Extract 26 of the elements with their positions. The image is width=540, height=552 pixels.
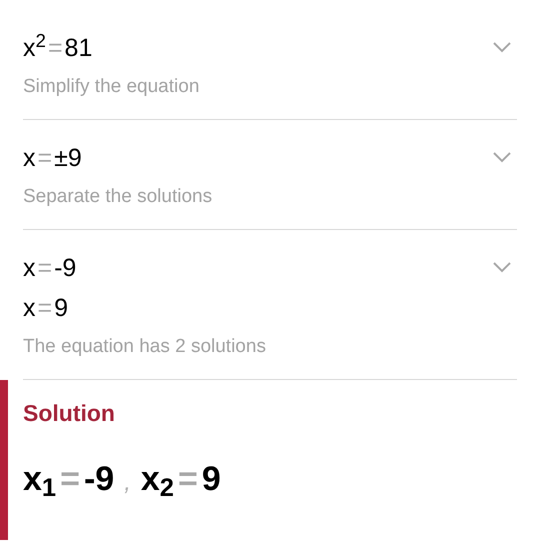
equals-sign: = xyxy=(38,253,52,284)
step-description: Simplify the equation xyxy=(23,75,200,99)
chevron-down-icon[interactable] xyxy=(493,152,511,163)
equation-variable: x$_{1}$ xyxy=(23,459,56,504)
chevron-down-icon[interactable] xyxy=(493,42,511,53)
equals-sign: = xyxy=(178,459,198,500)
step-description: Separate the solutions xyxy=(23,185,212,209)
equals-sign: = xyxy=(38,143,52,174)
equals-sign: = xyxy=(38,293,52,324)
equation-variable: x xyxy=(23,293,36,324)
equation-value: -9 xyxy=(84,459,114,500)
equation-variable: x$_{2}$ xyxy=(140,459,174,504)
step-description: The equation has 2 solutions xyxy=(23,335,266,359)
chevron-down-icon[interactable] xyxy=(493,262,511,273)
equation-value: 9 xyxy=(202,459,221,500)
equation-value: ±9 xyxy=(54,143,82,174)
equals-sign: = xyxy=(48,33,63,64)
equation-value: -9 xyxy=(54,253,76,284)
equation-value: 9 xyxy=(54,293,68,324)
equals-sign: = xyxy=(60,459,80,500)
equation-variable: x xyxy=(23,253,36,284)
comma-separator: , xyxy=(124,468,131,498)
equation-value: 81 xyxy=(64,33,92,64)
solution-title: Solution xyxy=(23,399,116,428)
equation-variable: x xyxy=(23,143,36,174)
equation-variable: x$^{2}$ xyxy=(23,28,46,64)
